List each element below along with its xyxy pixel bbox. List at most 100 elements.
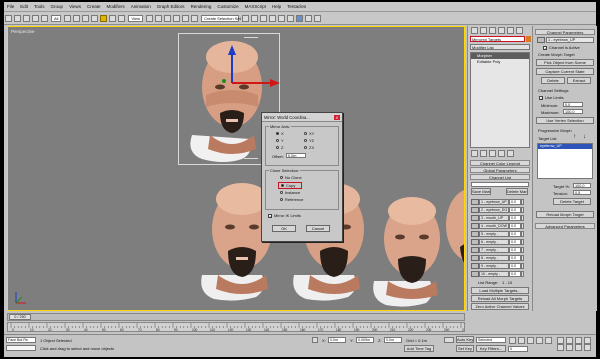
menu-customize[interactable]: Customize	[214, 4, 241, 9]
channel-row-8[interactable]: 8 - empty -0.0	[471, 254, 529, 261]
field-of-view-icon[interactable]	[557, 344, 564, 351]
object-name-field[interactable]: Mirrored Targets	[470, 36, 525, 42]
undo-icon[interactable]	[5, 14, 12, 22]
menu-help[interactable]: Help	[269, 4, 284, 9]
utilities-tab-icon[interactable]	[516, 27, 523, 34]
align-icon[interactable]	[251, 14, 259, 22]
motion-tab-icon[interactable]	[498, 27, 505, 34]
channel-row-3[interactable]: 3 - mouth_UP 0.0	[471, 214, 529, 221]
cancel-button[interactable]: Cancel	[306, 225, 330, 232]
hierarchy-tab-icon[interactable]	[489, 27, 496, 34]
arc-rotate-icon[interactable]	[575, 344, 582, 351]
redo-icon[interactable]	[14, 14, 21, 22]
zero-active-channel-values-button[interactable]: Zero Active Channel Values	[471, 303, 529, 310]
offset-spinner[interactable]: 0.0m	[286, 153, 306, 158]
display-tab-icon[interactable]	[507, 27, 514, 34]
create-tab-icon[interactable]	[471, 27, 478, 34]
channel-parameters-rollout[interactable]: Channel Parameters	[535, 29, 595, 35]
channel-row-9[interactable]: 9 - empty -0.0	[471, 262, 529, 269]
channel-row-6[interactable]: 6 - empty -0.0	[471, 238, 529, 245]
mirror-icon[interactable]	[242, 14, 250, 22]
menu-tools[interactable]: Tools	[31, 4, 48, 9]
select-manipulate-icon[interactable]	[155, 14, 163, 22]
curve-editor-icon[interactable]	[269, 14, 277, 22]
move-up-arrow-icon[interactable]: ↑	[573, 134, 576, 140]
channel-active-checkbox[interactable]: ✓ Channel is Active	[543, 45, 580, 50]
set-key-icon[interactable]	[444, 337, 454, 343]
region-select-icon[interactable]	[82, 14, 90, 22]
channel-row-1[interactable]: 1 - eyebrow_UP 0.0	[471, 198, 529, 205]
reload-all-morph-targets-button[interactable]: Reload All Morph Targets	[471, 295, 529, 302]
axis-x-radio[interactable]: X	[276, 131, 284, 136]
delete-button[interactable]: Delete	[541, 77, 565, 84]
previous-frame-icon[interactable]	[518, 337, 525, 344]
quick-render-icon[interactable]	[305, 14, 313, 22]
spinner-snap-icon[interactable]	[191, 14, 199, 22]
angle-snap-icon[interactable]	[173, 14, 181, 22]
menu-maxscript[interactable]: MAXScript	[242, 4, 269, 9]
lock-selection-icon[interactable]	[312, 337, 318, 343]
menu-animation[interactable]: Animation	[128, 4, 154, 9]
channel-row-5[interactable]: 5 - empty -0.0	[471, 230, 529, 237]
x-coordinate-field[interactable]: 0.0m	[328, 337, 346, 343]
reload-morph-target-button[interactable]: Reload Morph Target	[536, 211, 594, 218]
add-time-tag-button[interactable]: Add Time Tag	[404, 345, 434, 352]
z-coordinate-field[interactable]: 0.0m	[384, 337, 402, 343]
object-color-swatch[interactable]	[526, 36, 531, 42]
target-percent-spinner[interactable]: 100.0	[573, 183, 591, 188]
pick-object-button[interactable]: Pick Object from Scene	[536, 59, 594, 66]
named-selection-set-combo[interactable]: Create Selection Set	[201, 14, 241, 22]
render-last-icon[interactable]	[314, 14, 322, 22]
channel-row-7[interactable]: 7 - empty -0.0	[471, 246, 529, 253]
menu-tentacles[interactable]: Tentacles	[284, 4, 309, 9]
schematic-view-icon[interactable]	[278, 14, 286, 22]
current-frame-field[interactable]: 0	[508, 346, 528, 352]
channel-list-rollout[interactable]: Channel List	[470, 174, 530, 180]
zoom-extents-icon[interactable]	[575, 337, 582, 344]
axis-xy-radio[interactable]: XY	[304, 131, 314, 136]
make-unique-icon[interactable]	[489, 150, 496, 157]
time-slider-thumb[interactable]: 0 / 250	[9, 314, 31, 320]
maximum-spinner[interactable]: 100.0	[563, 109, 583, 114]
mirror-ik-checkbox[interactable]: ✓ Mirror IK Limits	[268, 213, 301, 218]
global-parameters-rollout[interactable]: Global Parameters	[470, 167, 530, 173]
maximize-viewport-icon[interactable]	[584, 344, 591, 351]
window-crossing-icon[interactable]	[91, 14, 99, 22]
channel-row-10[interactable]: 10 - empty -0.0	[471, 270, 529, 277]
axis-z-radio[interactable]: Z	[276, 145, 283, 150]
extract-button[interactable]: Extract	[567, 77, 591, 84]
auto-key-button[interactable]: Auto Key	[456, 336, 474, 343]
delete-marker-button[interactable]: Delete Marker	[506, 188, 528, 195]
reference-coordinate-combo[interactable]: View	[128, 14, 144, 22]
material-editor-icon[interactable]	[287, 14, 295, 22]
menu-create[interactable]: Create	[84, 4, 104, 9]
channel-name-field[interactable]: 1 - eyebrow_UP	[546, 37, 594, 43]
load-multiple-targets-button[interactable]: Load Multiple Targets...	[471, 287, 529, 294]
timeline-ruler[interactable]: 0 10 20 30 40 50 60 70 80 90 100 110 120 130 140 150 160…	[7, 322, 465, 332]
maxscript-listener-field[interactable]: Face Bot Re	[6, 337, 36, 343]
channel-row-2[interactable]: 2 - eyebrow_DO 0.0	[471, 206, 529, 213]
target-list-item[interactable]: eyebrow_UP	[538, 144, 592, 149]
head-model-mirror-4-partial[interactable]	[444, 177, 465, 287]
modify-tab-icon[interactable]	[480, 27, 487, 34]
link-icon[interactable]	[23, 14, 30, 22]
tension-spinner[interactable]: 0.5	[573, 190, 591, 195]
configure-modifier-sets-icon[interactable]	[507, 150, 514, 157]
menu-rendering[interactable]: Rendering	[188, 4, 215, 9]
menu-file[interactable]: File	[4, 4, 17, 9]
render-scene-icon[interactable]	[296, 14, 304, 22]
no-clone-radio[interactable]: No Clone	[280, 175, 302, 180]
pin-stack-icon[interactable]	[471, 150, 478, 157]
dialog-titlebar[interactable]: Mirror: World Coordina... X	[262, 113, 342, 122]
select-rotate-icon[interactable]	[109, 14, 117, 22]
axis-yz-radio[interactable]: YZ	[304, 138, 314, 143]
save-marker-button[interactable]: Save Marker	[471, 188, 491, 195]
zoom-icon[interactable]	[557, 337, 564, 344]
y-coordinate-field[interactable]: 0.009m	[356, 337, 374, 343]
menu-edit[interactable]: Edit	[17, 4, 31, 9]
go-to-start-icon[interactable]	[509, 337, 516, 344]
remove-modifier-icon[interactable]	[498, 150, 505, 157]
layer-manager-icon[interactable]	[260, 14, 268, 22]
zoom-extents-all-icon[interactable]	[584, 337, 591, 344]
viewport-label[interactable]: Perspective	[11, 29, 35, 34]
